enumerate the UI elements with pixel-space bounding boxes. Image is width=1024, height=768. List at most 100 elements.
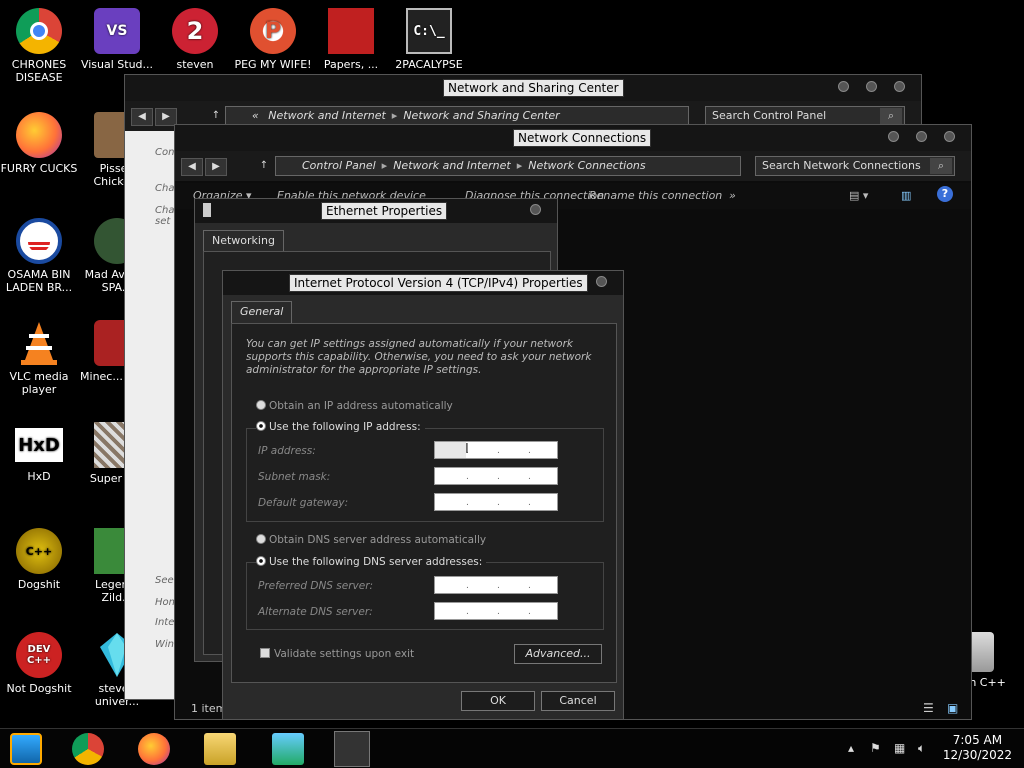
alternate-dns-field[interactable]: ...	[434, 602, 558, 620]
network-icon[interactable]: ▦	[894, 741, 905, 755]
tab-general[interactable]: General	[231, 301, 293, 323]
papers-please-icon	[328, 8, 374, 54]
peg-icon: P	[250, 8, 296, 54]
ipv4-close-button[interactable]	[596, 276, 607, 287]
more-commands-button[interactable]: »	[729, 189, 736, 202]
obtain-dns-auto-radio[interactable]: Obtain DNS server address automatically	[256, 534, 486, 546]
tab-networking[interactable]: Networking	[203, 230, 284, 252]
obtain-dns-auto-label: Obtain DNS server address automatically	[269, 534, 487, 546]
desktop-icon-vlc[interactable]: VLC media player	[0, 320, 78, 396]
view-options-icon[interactable]: ▤ ▾	[849, 189, 868, 202]
desktop-icon-visual-studio[interactable]: VS Visual Stud...	[78, 8, 156, 71]
nsc-side-link[interactable]: Inte	[155, 617, 174, 628]
large-icons-view-icon[interactable]: ▣	[947, 701, 958, 715]
chrome-icon[interactable]	[72, 733, 104, 765]
use-following-ip-radio[interactable]: Use the following IP address:	[256, 421, 425, 433]
radio-unselected-icon	[256, 534, 266, 544]
search-icon[interactable]: ⌕	[880, 108, 902, 124]
use-following-dns-radio[interactable]: Use the following DNS server addresses:	[256, 556, 487, 568]
network-users-icon[interactable]	[272, 733, 304, 765]
nsc-search-box[interactable]: Search Control Panel ⌕	[705, 106, 905, 126]
codeblocks-icon: C++	[16, 528, 62, 574]
desktop-icon-dogshit[interactable]: C++ Dogshit	[0, 528, 78, 591]
file-explorer-icon[interactable]	[204, 733, 236, 765]
desktop-icon-osama[interactable]: OSAMA BIN LADEN BR...	[0, 218, 78, 294]
desktop-icon-devcpp[interactable]: DEV C++ Not Dogshit	[0, 632, 78, 695]
ip-octet[interactable]	[499, 442, 530, 458]
firefox-icon[interactable]	[138, 733, 170, 765]
preview-pane-icon[interactable]: ▥	[901, 189, 911, 202]
volume-icon[interactable]: 🔈︎	[918, 741, 925, 756]
nsc-side-link[interactable]: Win	[155, 639, 174, 650]
eth-title: Ethernet Properties	[321, 202, 448, 220]
preferred-dns-field[interactable]: ...	[434, 576, 558, 594]
desktop-icon-hxd[interactable]: HxD HxD	[0, 428, 78, 483]
eth-close-button[interactable]	[530, 204, 541, 215]
nc-navbar: ◀ ▶ ↑ Control Panel ▸ Network and Internet…	[175, 151, 971, 181]
validate-settings-checkbox[interactable]: Validate settings upon exit	[260, 648, 414, 660]
desktop-icon-papers[interactable]: Papers, ...	[312, 8, 390, 71]
details-view-icon[interactable]: ☰	[923, 701, 934, 715]
desktop-icon-2pacalypse[interactable]: C:\_ 2PACALYPSE	[390, 8, 468, 71]
control-panel-icon[interactable]	[334, 731, 370, 767]
nsc-search-placeholder: Search Control Panel	[712, 109, 827, 122]
nc-maximize-button[interactable]	[916, 131, 927, 142]
nsc-side-link[interactable]: Cha	[155, 183, 174, 194]
system-clock[interactable]: 7:05 AM 12/30/2022	[943, 733, 1012, 763]
ipv4-titlebar[interactable]: Internet Protocol Version 4 (TCP/IPv4) P…	[223, 271, 623, 295]
nc-crumb-control-panel[interactable]: Control Panel	[302, 159, 376, 172]
nc-close-button[interactable]	[944, 131, 955, 142]
use-following-dns-label: Use the following DNS server addresses:	[269, 556, 483, 568]
desktop-icon-chrome[interactable]: CHRONES DISEASE	[0, 8, 78, 84]
ip-octet[interactable]	[468, 442, 499, 458]
ethernet-adapter-icon	[203, 203, 211, 217]
nc-up-button[interactable]: ↑	[253, 158, 275, 176]
eth-titlebar[interactable]: Ethernet Properties	[195, 199, 557, 223]
nsc-address-bar[interactable]: « Network and Internet ▸ Network and Shari…	[225, 106, 689, 126]
advanced-button[interactable]: Advanced...	[514, 644, 602, 664]
ip-address-field[interactable]: . . . I	[434, 441, 558, 459]
use-following-ip-label: Use the following IP address:	[269, 421, 421, 433]
checkbox-unchecked-icon	[260, 648, 270, 658]
validate-settings-label: Validate settings upon exit	[274, 648, 415, 660]
desktop-icon-peg[interactable]: P PEG MY WIFE!	[234, 8, 312, 71]
nc-forward-button[interactable]: ▶	[205, 158, 227, 176]
nsc-side-link[interactable]: See	[155, 575, 174, 586]
nc-back-button[interactable]: ◀	[181, 158, 203, 176]
nc-search-box[interactable]: Search Network Connections ⌕	[755, 156, 955, 176]
nsc-crumb-network-internet[interactable]: Network and Internet	[268, 109, 386, 122]
nsc-minimize-button[interactable]	[838, 81, 849, 92]
nc-titlebar[interactable]: Network Connections	[175, 125, 971, 151]
nc-address-bar[interactable]: Control Panel ▸ Network and Internet ▸ Netwo…	[275, 156, 741, 176]
obtain-ip-auto-radio[interactable]: Obtain an IP address automatically	[256, 400, 453, 412]
nsc-side-link[interactable]: Con	[155, 147, 174, 158]
desktop-icon-steven[interactable]: 2 steven	[156, 8, 234, 71]
firefox-icon	[16, 112, 62, 158]
radio-selected-icon	[256, 556, 266, 566]
ip-octet[interactable]	[435, 442, 466, 458]
desktop-icon-firefox[interactable]: FURRY CUCKS	[0, 112, 78, 175]
ok-button[interactable]: OK	[461, 691, 535, 711]
action-center-flag-icon[interactable]: ⚑	[870, 741, 881, 755]
vlc-cone-icon	[16, 320, 62, 366]
default-gateway-field[interactable]: ...	[434, 493, 558, 511]
cancel-button[interactable]: Cancel	[541, 691, 615, 711]
nsc-title: Network and Sharing Center	[443, 79, 624, 97]
help-icon[interactable]: ?	[937, 186, 953, 202]
nc-title: Network Connections	[513, 129, 652, 147]
nsc-maximize-button[interactable]	[866, 81, 877, 92]
nc-crumb-network-internet[interactable]: Network and Internet	[393, 159, 511, 172]
nsc-back-button[interactable]: ◀	[131, 108, 153, 126]
nc-minimize-button[interactable]	[888, 131, 899, 142]
search-icon[interactable]: ⌕	[930, 158, 952, 174]
nsc-close-button[interactable]	[894, 81, 905, 92]
show-hidden-icons-chevron[interactable]: ▴	[848, 741, 854, 755]
nsc-crumb-sharing-center[interactable]: Network and Sharing Center	[403, 109, 559, 122]
rename-connection-button[interactable]: Rename this connection	[589, 189, 722, 202]
nsc-titlebar[interactable]: Network and Sharing Center	[125, 75, 921, 101]
taskbar-app-icon[interactable]	[10, 733, 42, 765]
ip-octet[interactable]	[530, 442, 561, 458]
subnet-mask-field[interactable]: ...	[434, 467, 558, 485]
alternate-dns-label: Alternate DNS server:	[258, 606, 373, 618]
nc-crumb-network-connections[interactable]: Network Connections	[528, 159, 645, 172]
